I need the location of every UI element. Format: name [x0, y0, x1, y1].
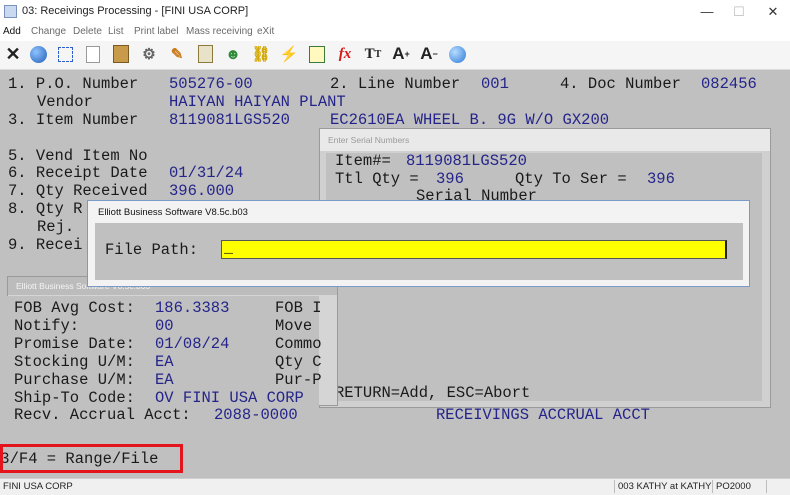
text-size-icon[interactable]: TT — [362, 43, 384, 65]
clipboard-icon[interactable] — [194, 43, 216, 65]
function-icon[interactable]: fx — [334, 43, 356, 65]
notify-value: 00 — [155, 317, 174, 335]
menu-list[interactable]: List — [108, 26, 124, 37]
commodity-label-truncated: Commo — [275, 335, 322, 353]
menu-bar: Add Change Delete List Print label Mass … — [0, 24, 790, 41]
move-label-truncated: Move — [275, 317, 313, 335]
globe-icon[interactable] — [27, 43, 49, 65]
fob-label-truncated: FOB I — [275, 299, 322, 317]
qty-received-value[interactable]: 396.000 — [169, 182, 234, 200]
toolbar: ✕ ⚙ ✎ ☻ ⛓ ⚡ fx TT A + A − — [0, 41, 790, 70]
qty-to-serial-label: Qty To Ser = — [515, 170, 627, 188]
status-separator — [614, 480, 615, 493]
serial-item-value: 8119081LGS520 — [406, 152, 527, 170]
users-icon[interactable]: ☻ — [222, 43, 244, 65]
paste-icon[interactable] — [110, 43, 132, 65]
po-number-label: 1. P.O. Number — [8, 75, 139, 93]
purchase-um-value: EA — [155, 371, 174, 389]
menu-print-label[interactable]: Print label — [134, 26, 178, 37]
promise-date-value: 01/08/24 — [155, 335, 230, 353]
qty-label-truncated: Qty C — [275, 353, 322, 371]
po-number-value[interactable]: 505276-00 — [169, 75, 253, 93]
ship-to-code-value: OV FINI USA CORP — [155, 389, 304, 407]
vendor-label: Vendor — [37, 93, 93, 111]
font-increase-icon[interactable]: A + — [390, 43, 412, 65]
status-program-code: PO2000 — [716, 481, 751, 492]
rej-label: Rej. — [37, 218, 75, 236]
ship-to-code-label: Ship-To Code: — [14, 389, 135, 407]
status-company: FINI USA CORP — [3, 481, 73, 492]
vendor-value: HAIYAN HAIYAN PLANT — [169, 93, 346, 111]
app-icon — [4, 5, 17, 18]
menu-exit[interactable]: eXit — [257, 26, 274, 37]
item-number-value[interactable]: 8119081LGS520 — [169, 111, 290, 129]
title-bar: 03: Receivings Processing - [FINI USA CO… — [0, 0, 790, 24]
file-path-input[interactable]: _ — [221, 240, 727, 259]
menu-mass-receiving[interactable]: Mass receiving — [186, 26, 253, 37]
fob-avg-cost-label: FOB Avg Cost: — [14, 299, 135, 317]
notify-label: Notify: — [14, 317, 80, 335]
pur-label-truncated: Pur-P — [275, 371, 322, 389]
dialog-title: Elliott Business Software V8.5c.b03 — [98, 207, 248, 218]
window-title: 03: Receivings Processing - [FINI USA CO… — [22, 5, 249, 17]
doc-number-label: 4. Doc Number — [560, 75, 681, 93]
serial-footer-hint: RETURN=Add, ESC=Abort — [335, 384, 531, 402]
accrual-acct-value: 2088-0000 — [214, 406, 298, 424]
item-description: EC2610EA WHEEL B. 9G W/O GX200 — [330, 111, 610, 129]
file-path-dialog: Elliott Business Software V8.5c.b03 File… — [87, 200, 750, 287]
help-icon[interactable] — [446, 43, 468, 65]
serial-window-title: Enter Serial Numbers — [320, 129, 770, 151]
promise-date-label: Promise Date: — [14, 335, 135, 353]
notes-icon[interactable] — [306, 43, 328, 65]
select-icon[interactable] — [54, 43, 76, 65]
dialog-body: File Path: _ — [95, 223, 743, 280]
qty-rejected-label: 8. Qty R — [8, 200, 83, 218]
lightning-icon[interactable]: ⚡ — [278, 43, 300, 65]
maximize-button[interactable]: ☐ — [724, 0, 754, 24]
accrual-acct-label: Recv. Accrual Acct: — [14, 406, 191, 424]
close-icon[interactable]: ✕ — [2, 43, 24, 65]
status-user: 003 KATHY at KATHY — [618, 481, 712, 492]
receipt-date-value[interactable]: 01/31/24 — [169, 164, 243, 182]
menu-delete[interactable]: Delete — [73, 26, 102, 37]
close-window-button[interactable]: ✕ — [758, 0, 788, 24]
menu-add[interactable]: Add — [3, 26, 21, 37]
status-bar: FINI USA CORP 003 KATHY at KATHY PO2000 — [0, 478, 790, 495]
status-separator — [766, 480, 767, 493]
receipt-date-label: 6. Receipt Date — [8, 164, 148, 182]
accrual-acct-description: RECEIVINGS ACCRUAL ACCT — [436, 406, 650, 424]
minimize-button[interactable]: — — [692, 0, 722, 24]
line-number-value[interactable]: 001 — [481, 75, 509, 93]
total-qty-label: Ttl Qty = — [335, 170, 419, 188]
line-number-label: 2. Line Number — [330, 75, 461, 93]
settings-icon[interactable]: ⚙ — [138, 43, 160, 65]
font-decrease-icon[interactable]: A − — [418, 43, 440, 65]
status-separator — [712, 480, 713, 493]
doc-number-value[interactable]: 082456 — [701, 75, 757, 93]
highlight-box — [0, 444, 183, 473]
qty-received-label: 7. Qty Received — [8, 182, 148, 200]
edit-icon[interactable]: ✎ — [166, 43, 188, 65]
serial-item-label: Item#= — [335, 152, 391, 170]
vend-item-label: 5. Vend Item No — [8, 147, 148, 165]
copy-icon[interactable] — [82, 43, 104, 65]
menu-change[interactable]: Change — [31, 26, 66, 37]
file-path-label: File Path: — [105, 241, 199, 259]
fob-avg-cost-value: 186.3383 — [155, 299, 230, 317]
link-icon[interactable]: ⛓ — [250, 43, 272, 65]
receiving-label: 9. Recei — [8, 236, 83, 254]
qty-to-serial-value: 396 — [647, 170, 675, 188]
item-number-label: 3. Item Number — [8, 111, 139, 129]
purchase-um-label: Purchase U/M: — [14, 371, 135, 389]
stocking-um-value: EA — [155, 353, 174, 371]
total-qty-value: 396 — [436, 170, 464, 188]
stocking-um-label: Stocking U/M: — [14, 353, 135, 371]
